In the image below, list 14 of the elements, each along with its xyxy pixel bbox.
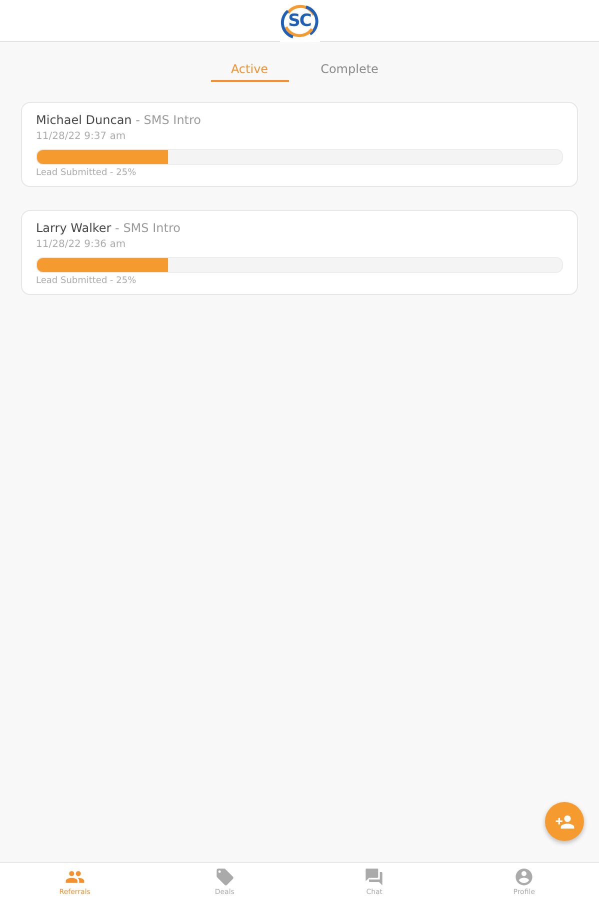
referral-title: Michael Duncan - SMS Intro	[36, 113, 202, 127]
tab[interactable]: Active	[210, 60, 288, 82]
add-person-button[interactable]	[545, 802, 584, 841]
person-icon	[514, 867, 534, 887]
tag-icon	[214, 867, 235, 887]
referral-status: Lead Submitted - 25%	[36, 168, 138, 178]
referral-date: 11/28/22 9:36 am	[36, 239, 127, 250]
chat-icon	[364, 867, 384, 887]
referral-status: Lead Submitted - 25%	[36, 276, 138, 286]
tab[interactable]: Complete	[310, 60, 388, 82]
referral-card[interactable]: Michael Duncan - SMS Intro 11/28/22 9:37 am Lead Submitted - 25%	[21, 102, 578, 187]
referral-title: Larry Walker - SMS Intro	[36, 221, 182, 235]
referral-card[interactable]: Larry Walker - SMS Intro 11/28/22 9:36 am Lead Submitted - 25%	[21, 210, 578, 295]
referral-date: 11/28/22 9:37 am	[36, 131, 127, 142]
